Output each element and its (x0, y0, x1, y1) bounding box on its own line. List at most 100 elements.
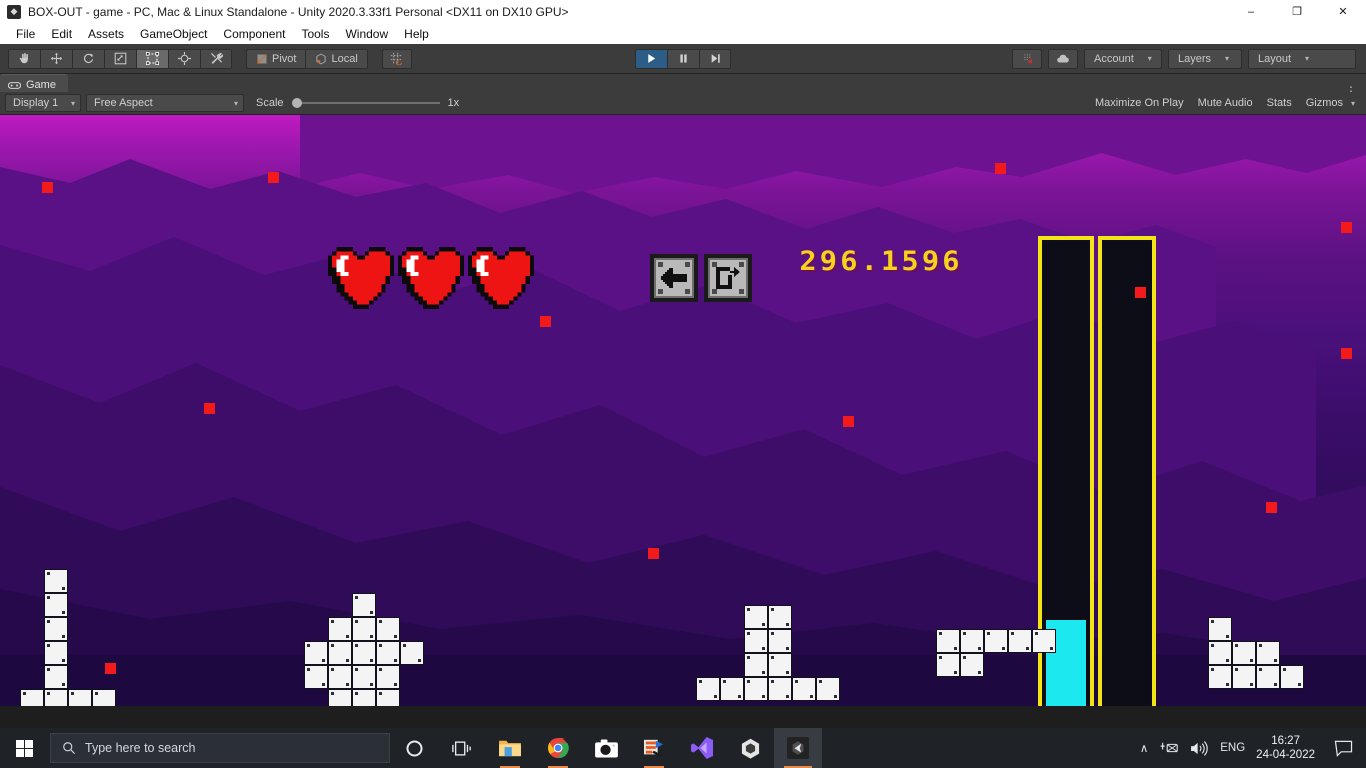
platform-block (304, 665, 328, 689)
collab-icon[interactable] (1012, 48, 1042, 69)
red-particle (268, 172, 279, 183)
platform-block (328, 665, 352, 689)
file-explorer-icon[interactable] (486, 728, 534, 768)
platform-block (352, 617, 376, 641)
gizmos-dropdown[interactable]: Gizmos ▾ (1299, 94, 1362, 112)
platform-block (1232, 641, 1256, 665)
menu-window[interactable]: Window (337, 25, 396, 43)
platform-block (1032, 629, 1056, 653)
platform-block (352, 665, 376, 689)
unity-editor-icon[interactable] (774, 728, 822, 768)
minimize-button[interactable]: – (1228, 0, 1274, 23)
usb-icon[interactable] (1159, 741, 1179, 755)
platform-block (768, 677, 792, 701)
layout-dropdown[interactable]: Layout ▾ (1248, 48, 1356, 69)
stats-toggle[interactable]: Stats (1260, 94, 1299, 112)
paint-icon[interactable] (630, 728, 678, 768)
menu-assets[interactable]: Assets (80, 25, 132, 43)
grid-snap-icon[interactable] (381, 48, 412, 69)
local-toggle[interactable]: Local (305, 48, 368, 69)
scale-slider-track (291, 102, 440, 104)
platform-block (1208, 617, 1232, 641)
scale-slider-knob[interactable] (291, 98, 302, 108)
chevron-down-icon: ▾ (1225, 54, 1230, 63)
rect-tool[interactable] (136, 48, 168, 69)
red-particle (995, 163, 1006, 174)
unity-hub-icon[interactable] (726, 728, 774, 768)
transform-tool[interactable] (168, 48, 200, 69)
notification-icon[interactable] (1326, 728, 1360, 768)
editor-toolbar: Pivot Local Account ▾ Layers ▾ Layout ▾ (0, 44, 1366, 74)
clock-date: 24-04-2022 (1256, 749, 1315, 761)
menu-gameobject[interactable]: GameObject (132, 25, 215, 43)
menu-edit[interactable]: Edit (43, 25, 80, 43)
pivot-label: Pivot (272, 52, 297, 65)
platform-block (328, 617, 352, 641)
camera-icon[interactable] (582, 728, 630, 768)
platform-block (1008, 629, 1032, 653)
game-view-toolbar: Display 1 ▾ Free Aspect ▾ Scale 1x Maxim… (0, 92, 1366, 115)
search-input[interactable]: Type here to search (50, 733, 390, 763)
platform-block (352, 593, 376, 617)
scale-slider[interactable] (291, 96, 440, 110)
display-dropdown[interactable]: Display 1 ▾ (5, 94, 81, 112)
pivot-icon (257, 53, 267, 64)
exit-button[interactable] (704, 254, 752, 302)
maximize-on-play-toggle[interactable]: Maximize On Play (1088, 94, 1191, 112)
tray-chevron-icon[interactable]: ∧ (1140, 741, 1148, 755)
platform-block (1208, 665, 1232, 689)
pause-button[interactable] (667, 48, 699, 69)
maximize-button[interactable]: ❐ (1274, 0, 1320, 23)
chrome-icon[interactable] (534, 728, 582, 768)
cortana-icon[interactable] (390, 728, 438, 768)
platform-block (936, 653, 960, 677)
platform-block (1232, 665, 1256, 689)
aspect-value: Free Aspect (94, 97, 153, 109)
rotate-tool[interactable] (72, 48, 104, 69)
step-button[interactable] (699, 48, 731, 69)
account-dropdown[interactable]: Account ▾ (1084, 48, 1162, 69)
clock-time: 16:27 (1271, 735, 1300, 747)
platform-block (376, 689, 400, 706)
menu-help[interactable]: Help (396, 25, 437, 43)
volume-icon[interactable] (1190, 740, 1209, 756)
chevron-down-icon: ▾ (1147, 54, 1152, 63)
pivot-toggle[interactable]: Pivot (246, 48, 306, 69)
menu-component[interactable]: Component (215, 25, 293, 43)
close-button[interactable]: ✕ (1320, 0, 1366, 23)
mute-audio-toggle[interactable]: Mute Audio (1191, 94, 1260, 112)
start-button[interactable] (0, 728, 48, 768)
menu-bar: File Edit Assets GameObject Component To… (0, 23, 1366, 44)
platform-block (1256, 641, 1280, 665)
move-tool[interactable] (40, 48, 72, 69)
task-view-icon[interactable] (438, 728, 486, 768)
gizmos-label: Gizmos (1305, 97, 1343, 109)
chevron-down-icon: ▾ (1305, 54, 1310, 63)
exit-icon (704, 254, 752, 302)
visual-studio-icon[interactable] (678, 728, 726, 768)
hand-tool[interactable] (8, 48, 40, 69)
custom-tool[interactable] (200, 48, 232, 69)
language-indicator[interactable]: ENG (1220, 742, 1245, 754)
platform-block (328, 689, 352, 706)
window-title: BOX-OUT - game - PC, Mac & Linux Standal… (28, 4, 569, 19)
layers-dropdown[interactable]: Layers ▾ (1168, 48, 1242, 69)
game-render-area[interactable]: 296.1596 (0, 115, 1366, 706)
menu-tools[interactable]: Tools (293, 25, 337, 43)
platform-block (44, 593, 68, 617)
life-heart-1 (324, 247, 398, 309)
green-gauge-well (1102, 240, 1152, 706)
unity-icon: ◆ (7, 4, 21, 19)
platform-block (376, 665, 400, 689)
scale-label: Scale (256, 97, 284, 109)
clock[interactable]: 16:27 24-04-2022 (1256, 734, 1315, 762)
platform-block (44, 569, 68, 593)
platform-block (816, 677, 840, 701)
cloud-icon[interactable] (1048, 48, 1078, 69)
play-button[interactable] (635, 48, 667, 69)
red-particle (843, 416, 854, 427)
aspect-dropdown[interactable]: Free Aspect ▾ (86, 94, 244, 112)
scale-tool[interactable] (104, 48, 136, 69)
back-button[interactable] (650, 254, 698, 302)
menu-file[interactable]: File (8, 25, 43, 43)
